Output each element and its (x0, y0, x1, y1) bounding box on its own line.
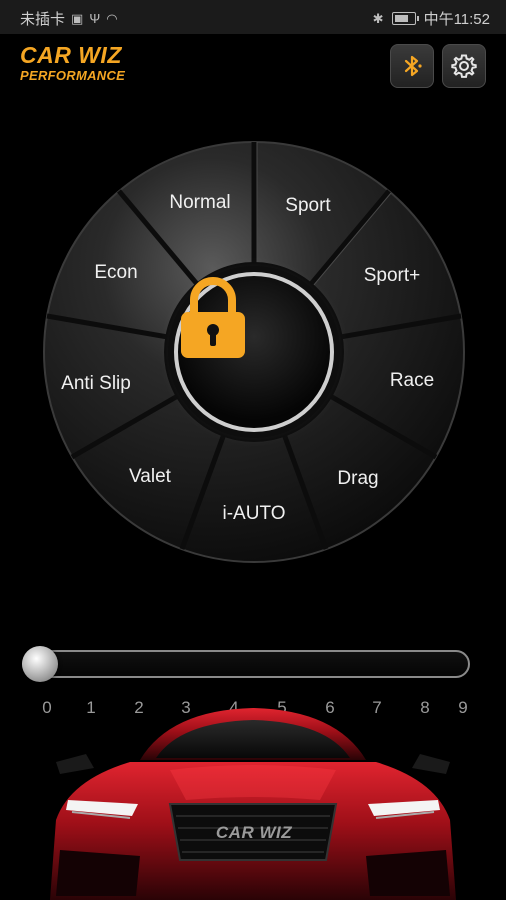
carrier-text: 未插卡 (20, 11, 66, 28)
usb-icon: Ψ (89, 11, 101, 26)
car-badge: CAR WIZ (215, 823, 293, 842)
lock-button[interactable] (174, 272, 334, 432)
bluetooth-button[interactable] (390, 44, 434, 88)
battery-icon (391, 12, 419, 25)
mode-dial: Normal Sport Econ Sport+ Anti Slip Race … (42, 140, 466, 564)
slider-track[interactable] (22, 650, 470, 678)
clock-text: 中午11:52 (423, 11, 490, 28)
mode-race[interactable]: Race (390, 370, 434, 392)
mode-normal[interactable]: Normal (169, 192, 230, 214)
mode-i-auto[interactable]: i-AUTO (223, 503, 286, 525)
logo-subtitle: PERFORMANCE (20, 68, 126, 83)
app-logo: CAR WIZ PERFORMANCE (20, 42, 126, 83)
mode-econ[interactable]: Econ (94, 262, 137, 284)
bluetooth-status-icon: ✱ (372, 10, 384, 26)
car-image (50, 708, 456, 900)
status-bar: 未插卡 ▣ Ψ ◠ ✱ 中午11:52 (0, 0, 506, 34)
slider-knob[interactable] (22, 646, 58, 682)
mode-sport[interactable]: Sport (285, 195, 330, 217)
status-left: 未插卡 ▣ Ψ ◠ (20, 8, 118, 29)
sim-icon: ▣ (71, 10, 84, 26)
bluetooth-icon (404, 55, 422, 77)
mode-valet[interactable]: Valet (129, 466, 171, 488)
gear-icon (451, 54, 477, 78)
mode-anti-slip[interactable]: Anti Slip (61, 373, 131, 395)
status-right: ✱ 中午11:52 (373, 8, 490, 29)
mode-sport-plus[interactable]: Sport+ (364, 265, 421, 287)
lock-icon (181, 277, 245, 358)
settings-button[interactable] (442, 44, 486, 88)
wifi-icon: ◠ (106, 10, 118, 26)
mode-drag[interactable]: Drag (337, 468, 378, 490)
logo-title: CAR WIZ (20, 42, 122, 68)
